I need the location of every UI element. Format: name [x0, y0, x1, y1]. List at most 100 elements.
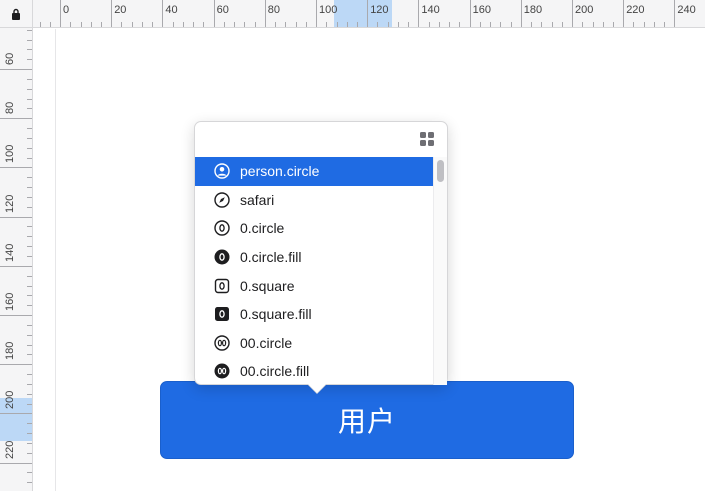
symbol-list: person.circle safari 0.circle 0.circle.fill…	[195, 157, 433, 385]
ruler-tick	[162, 0, 164, 27]
ruler-tick	[27, 39, 32, 41]
canvas-guide-line	[55, 29, 56, 491]
ruler-tick	[182, 22, 184, 27]
symbol-list-item[interactable]: safari	[195, 186, 433, 215]
symbol-list-item-label: person.circle	[240, 163, 320, 180]
ruler-label: 40	[165, 4, 178, 16]
ruler-tick	[234, 22, 236, 27]
ruler-tick	[346, 22, 348, 27]
double-zero-circle-icon	[214, 335, 230, 351]
ruler-tick	[500, 22, 502, 27]
ruler-tick	[0, 216, 32, 218]
ruler-tick	[27, 177, 32, 179]
ruler-label: 240	[677, 4, 696, 16]
ruler-label: 120	[370, 4, 389, 16]
vertical-ruler[interactable]: 60 80 100 120 140 160 180 200 220	[0, 28, 33, 491]
ruler-tick	[254, 22, 256, 27]
ruler-tick	[316, 0, 317, 27]
person-circle-icon	[214, 163, 230, 179]
symbol-list-item[interactable]: 00.circle.fill	[195, 357, 433, 385]
ruler-tick	[244, 22, 246, 27]
ruler-tick	[111, 0, 113, 27]
symbol-picker-popover: person.circle safari 0.circle 0.circle.fill…	[194, 121, 448, 385]
zero-circle-icon	[214, 220, 230, 237]
ruler-tick	[27, 374, 32, 375]
ruler-label: 180	[523, 4, 543, 16]
ruler-tick	[0, 118, 32, 120]
ruler-label: 60	[216, 4, 229, 16]
symbol-list-item-label: 00.circle.fill	[240, 363, 310, 380]
ruler-tick	[664, 22, 666, 27]
symbol-list-item[interactable]: 0.circle	[195, 214, 433, 243]
grid-view-icon[interactable]	[420, 132, 434, 146]
ruler-tick	[27, 246, 32, 248]
ruler-tick	[510, 22, 512, 27]
scrollbar-thumb[interactable]	[437, 160, 444, 182]
ruler-tick	[141, 22, 143, 27]
ruler-tick	[27, 433, 32, 435]
ruler-tick	[27, 236, 32, 238]
ruler-tick	[408, 22, 410, 27]
ruler-label: 220	[626, 4, 645, 16]
ruler-tick	[27, 324, 32, 326]
ruler-tick	[305, 22, 307, 27]
ruler-tick	[101, 22, 102, 27]
ruler-tick	[0, 364, 32, 366]
ruler-tick	[653, 22, 655, 27]
ruler-label: 60	[4, 52, 16, 65]
ruler-tick	[152, 22, 154, 27]
ruler-tick	[674, 0, 676, 27]
ruler-tick	[27, 482, 32, 484]
popover-header	[195, 122, 447, 157]
horizontal-ruler[interactable]: 0 20 40 60 80 100 120 140 160 180 200 220 240	[33, 0, 705, 28]
ruler-tick	[295, 22, 297, 27]
ruler-tick	[357, 22, 358, 27]
ruler-tick	[27, 334, 32, 336]
ruler-tick	[602, 22, 604, 27]
ruler-tick	[367, 0, 369, 27]
ruler-tick	[633, 22, 635, 27]
symbol-list-scrollbar[interactable]	[433, 157, 447, 385]
ruler-lock-corner[interactable]	[0, 0, 33, 28]
symbol-list-item[interactable]: 0.square	[195, 271, 433, 300]
symbol-list-item[interactable]: 0.square.fill	[195, 300, 433, 329]
zero-square-icon	[214, 278, 230, 294]
ruler-tick	[27, 452, 32, 454]
ruler-tick	[27, 442, 32, 444]
ruler-tick	[70, 22, 72, 27]
ruler-tick	[275, 22, 276, 27]
ruler-tick	[27, 393, 32, 395]
symbol-list-item[interactable]: 0.circle.fill	[195, 243, 433, 272]
ruler-tick	[520, 0, 522, 27]
ruler-tick	[27, 285, 32, 287]
ruler-tick	[27, 275, 32, 277]
ruler-tick	[326, 22, 328, 27]
symbol-list-item-label: 0.circle	[240, 220, 285, 237]
symbol-list-item[interactable]: person.circle	[195, 157, 433, 186]
ruler-tick	[0, 265, 32, 267]
ruler-tick	[223, 22, 225, 27]
ruler-tick	[27, 354, 32, 356]
ruler-tick	[27, 295, 32, 297]
ruler-tick	[582, 22, 584, 27]
ruler-tick	[213, 0, 215, 27]
ruler-tick	[27, 88, 32, 90]
ruler-tick	[131, 22, 133, 27]
ruler-tick	[264, 0, 266, 27]
ruler-tick	[0, 413, 32, 415]
ruler-tick	[27, 226, 32, 228]
symbol-list-item-label: safari	[240, 191, 275, 208]
ruler-tick	[469, 0, 471, 27]
ruler-tick	[397, 22, 399, 27]
ruler-tick	[172, 22, 174, 27]
ruler-tick	[428, 22, 430, 27]
symbol-list-item[interactable]: 00.circle	[195, 329, 433, 358]
user-button[interactable]: 用户	[160, 381, 574, 459]
ruler-label: 80	[267, 4, 281, 16]
ruler-tick	[49, 22, 51, 27]
ruler-tick	[623, 0, 625, 27]
ruler-tick	[27, 472, 32, 474]
ruler-label: 100	[319, 4, 338, 16]
ruler-tick	[27, 423, 32, 425]
ruler-tick	[449, 22, 451, 27]
